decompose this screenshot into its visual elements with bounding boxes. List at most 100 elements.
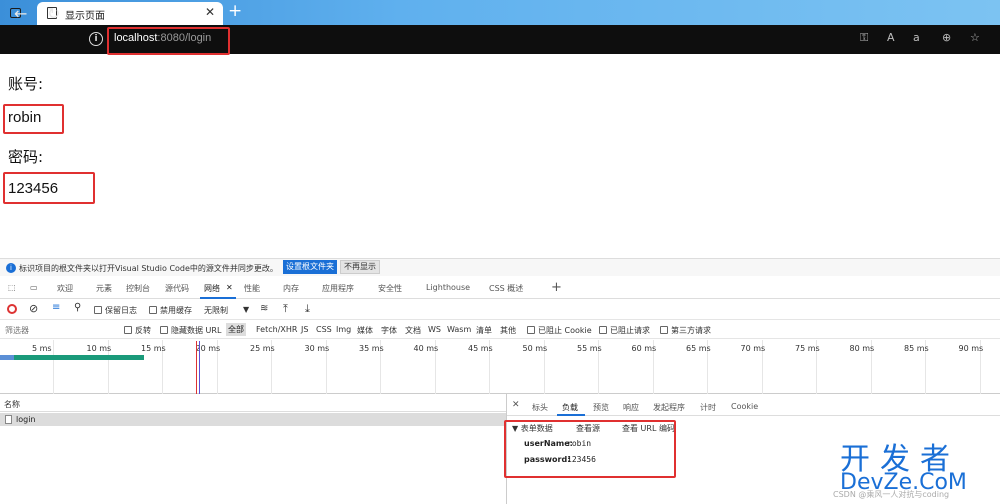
site-info-icon[interactable]: i: [89, 32, 103, 46]
detail-tab-cookies[interactable]: Cookie: [731, 402, 758, 411]
timeline-tick-label: 40 ms: [413, 344, 439, 353]
tab-security[interactable]: 安全性: [378, 283, 402, 294]
timeline-tick-label: 75 ms: [795, 344, 820, 353]
timeline-bar-waiting: [0, 355, 14, 360]
info-icon: i: [6, 263, 16, 273]
import-icon[interactable]: ⤒: [283, 302, 288, 316]
filter-input[interactable]: 筛选器: [5, 325, 29, 336]
zoom-icon[interactable]: ⊕: [942, 31, 951, 44]
active-tab-indicator: [200, 297, 236, 299]
tab-memory[interactable]: 内存: [283, 283, 299, 294]
password-label: 密码:: [8, 148, 44, 166]
timeline-gridline: [53, 340, 54, 394]
devtools-notice-bar: i 标识项目的根文件夹以打开Visual Studio Code中的源文件并同步…: [0, 258, 1000, 276]
throttle-select[interactable]: 无限制: [204, 305, 228, 316]
tab-console[interactable]: 控制台: [126, 283, 150, 294]
invert-checkbox[interactable]: 反转: [124, 325, 151, 336]
request-name: login: [16, 415, 36, 424]
dont-show-again-button[interactable]: 不再显示: [340, 260, 380, 274]
tab-close-icon[interactable]: ✕: [205, 5, 215, 19]
tab-css-overview[interactable]: CSS 概述: [489, 283, 523, 294]
account-highlight-box: [3, 104, 64, 134]
notice-text: 标识项目的根文件夹以打开Visual Studio Code中的源文件并同步更改…: [19, 264, 278, 273]
search-icon[interactable]: ⚲: [74, 302, 81, 313]
tab-performance[interactable]: 性能: [244, 283, 260, 294]
name-column-header[interactable]: 名称: [0, 396, 506, 412]
inspect-icon[interactable]: ⬚: [8, 283, 16, 292]
timeline-bar-download: [14, 355, 144, 360]
filter-other[interactable]: 其他: [500, 325, 516, 336]
timeline-tick-label: 15 ms: [141, 344, 166, 353]
timeline-tick-label: 85 ms: [904, 344, 929, 353]
request-row[interactable]: login: [0, 413, 506, 426]
preserve-log-checkbox[interactable]: 保留日志: [94, 305, 137, 316]
tab-network-close-icon[interactable]: ✕: [226, 283, 233, 292]
filter-img[interactable]: Img: [336, 325, 351, 334]
domcontentloaded-line: [199, 341, 200, 394]
detail-tab-payload[interactable]: 负载: [562, 402, 578, 413]
back-button[interactable]: ←: [14, 4, 27, 24]
detail-tab-initiator[interactable]: 发起程序: [653, 402, 685, 413]
filter-all-button[interactable]: 全部: [226, 323, 246, 336]
more-tabs-icon[interactable]: +: [551, 280, 562, 295]
third-party-checkbox[interactable]: 第三方请求: [660, 325, 711, 336]
hide-data-url-checkbox[interactable]: 隐藏数据 URL: [160, 325, 221, 336]
detail-tab-headers[interactable]: 标头: [532, 402, 548, 413]
disable-cache-checkbox[interactable]: 禁用缓存: [149, 305, 192, 316]
tab-sources[interactable]: 源代码: [165, 283, 189, 294]
detail-tab-response[interactable]: 响应: [623, 402, 639, 413]
record-icon[interactable]: [7, 304, 17, 314]
new-tab-button[interactable]: +: [228, 1, 242, 21]
timeline-tick-label: 35 ms: [359, 344, 384, 353]
filter-manifest[interactable]: 清单: [476, 325, 492, 336]
payload-highlight-box: [504, 420, 676, 478]
detail-tab-preview[interactable]: 预览: [593, 402, 609, 413]
timeline-tick-label: 5 ms: [32, 344, 52, 353]
filter-icon[interactable]: ≡: [52, 302, 60, 313]
tab-application[interactable]: 应用程序: [322, 283, 354, 294]
tab-title: 显示页面: [65, 11, 105, 22]
address-highlight-box: [107, 27, 230, 55]
blocked-cookie-checkbox[interactable]: 已阻止 Cookie: [527, 325, 592, 336]
export-icon[interactable]: ⤓: [305, 302, 310, 316]
timeline-tick-label: 60 ms: [631, 344, 657, 353]
watermark-credit: CSDN @乘风一人对抗与coding: [833, 490, 950, 499]
timeline-tick-label: 25 ms: [250, 344, 275, 353]
timeline-tick-label: 90 ms: [958, 344, 984, 353]
filter-media[interactable]: 媒体: [357, 325, 373, 336]
timeline-tick-label: 45 ms: [468, 344, 493, 353]
network-conditions-icon[interactable]: ≋: [260, 303, 268, 314]
password-highlight-box: [3, 172, 95, 204]
detail-active-indicator: [557, 414, 585, 416]
reload-button[interactable]: ↻: [47, 4, 60, 24]
load-event-line: [196, 341, 197, 394]
device-icon[interactable]: ▭: [30, 283, 38, 292]
filter-wasm[interactable]: Wasm: [447, 325, 471, 334]
browser-tab[interactable]: 显示页面 ✕: [37, 2, 223, 25]
tab-lighthouse[interactable]: Lighthouse: [426, 283, 470, 292]
timeline-tick-label: 30 ms: [304, 344, 330, 353]
favorites-icon[interactable]: ☆: [970, 31, 980, 44]
close-detail-icon[interactable]: ✕: [512, 400, 520, 410]
filter-font[interactable]: 字体: [381, 325, 397, 336]
blocked-requests-checkbox[interactable]: 已阻止请求: [599, 325, 650, 336]
filter-css[interactable]: CSS: [316, 325, 332, 334]
detail-tab-timing[interactable]: 计时: [700, 402, 716, 413]
set-root-folder-button[interactable]: 设置根文件夹: [283, 260, 337, 274]
tab-elements[interactable]: 元素: [96, 283, 112, 294]
timeline-tick-label: 55 ms: [577, 344, 602, 353]
filter-ws[interactable]: WS: [428, 325, 441, 334]
clear-icon[interactable]: ⊘: [29, 302, 38, 315]
key-icon[interactable]: ⚿: [860, 31, 868, 45]
filter-doc[interactable]: 文档: [405, 325, 421, 336]
timeline-tick-label: 70 ms: [740, 344, 766, 353]
timeline-tick-label: 80 ms: [849, 344, 875, 353]
filter-fetch-xhr[interactable]: Fetch/XHR: [256, 325, 297, 334]
tab-network[interactable]: 网络: [204, 283, 220, 294]
timeline-tick-label: 10 ms: [86, 344, 112, 353]
read-aloud-icon[interactable]: A: [887, 31, 895, 44]
translate-icon[interactable]: a: [913, 31, 920, 44]
filter-js[interactable]: JS: [301, 325, 308, 334]
chevron-down-icon[interactable]: ▼: [243, 305, 249, 314]
tab-welcome[interactable]: 欢迎: [57, 283, 73, 294]
